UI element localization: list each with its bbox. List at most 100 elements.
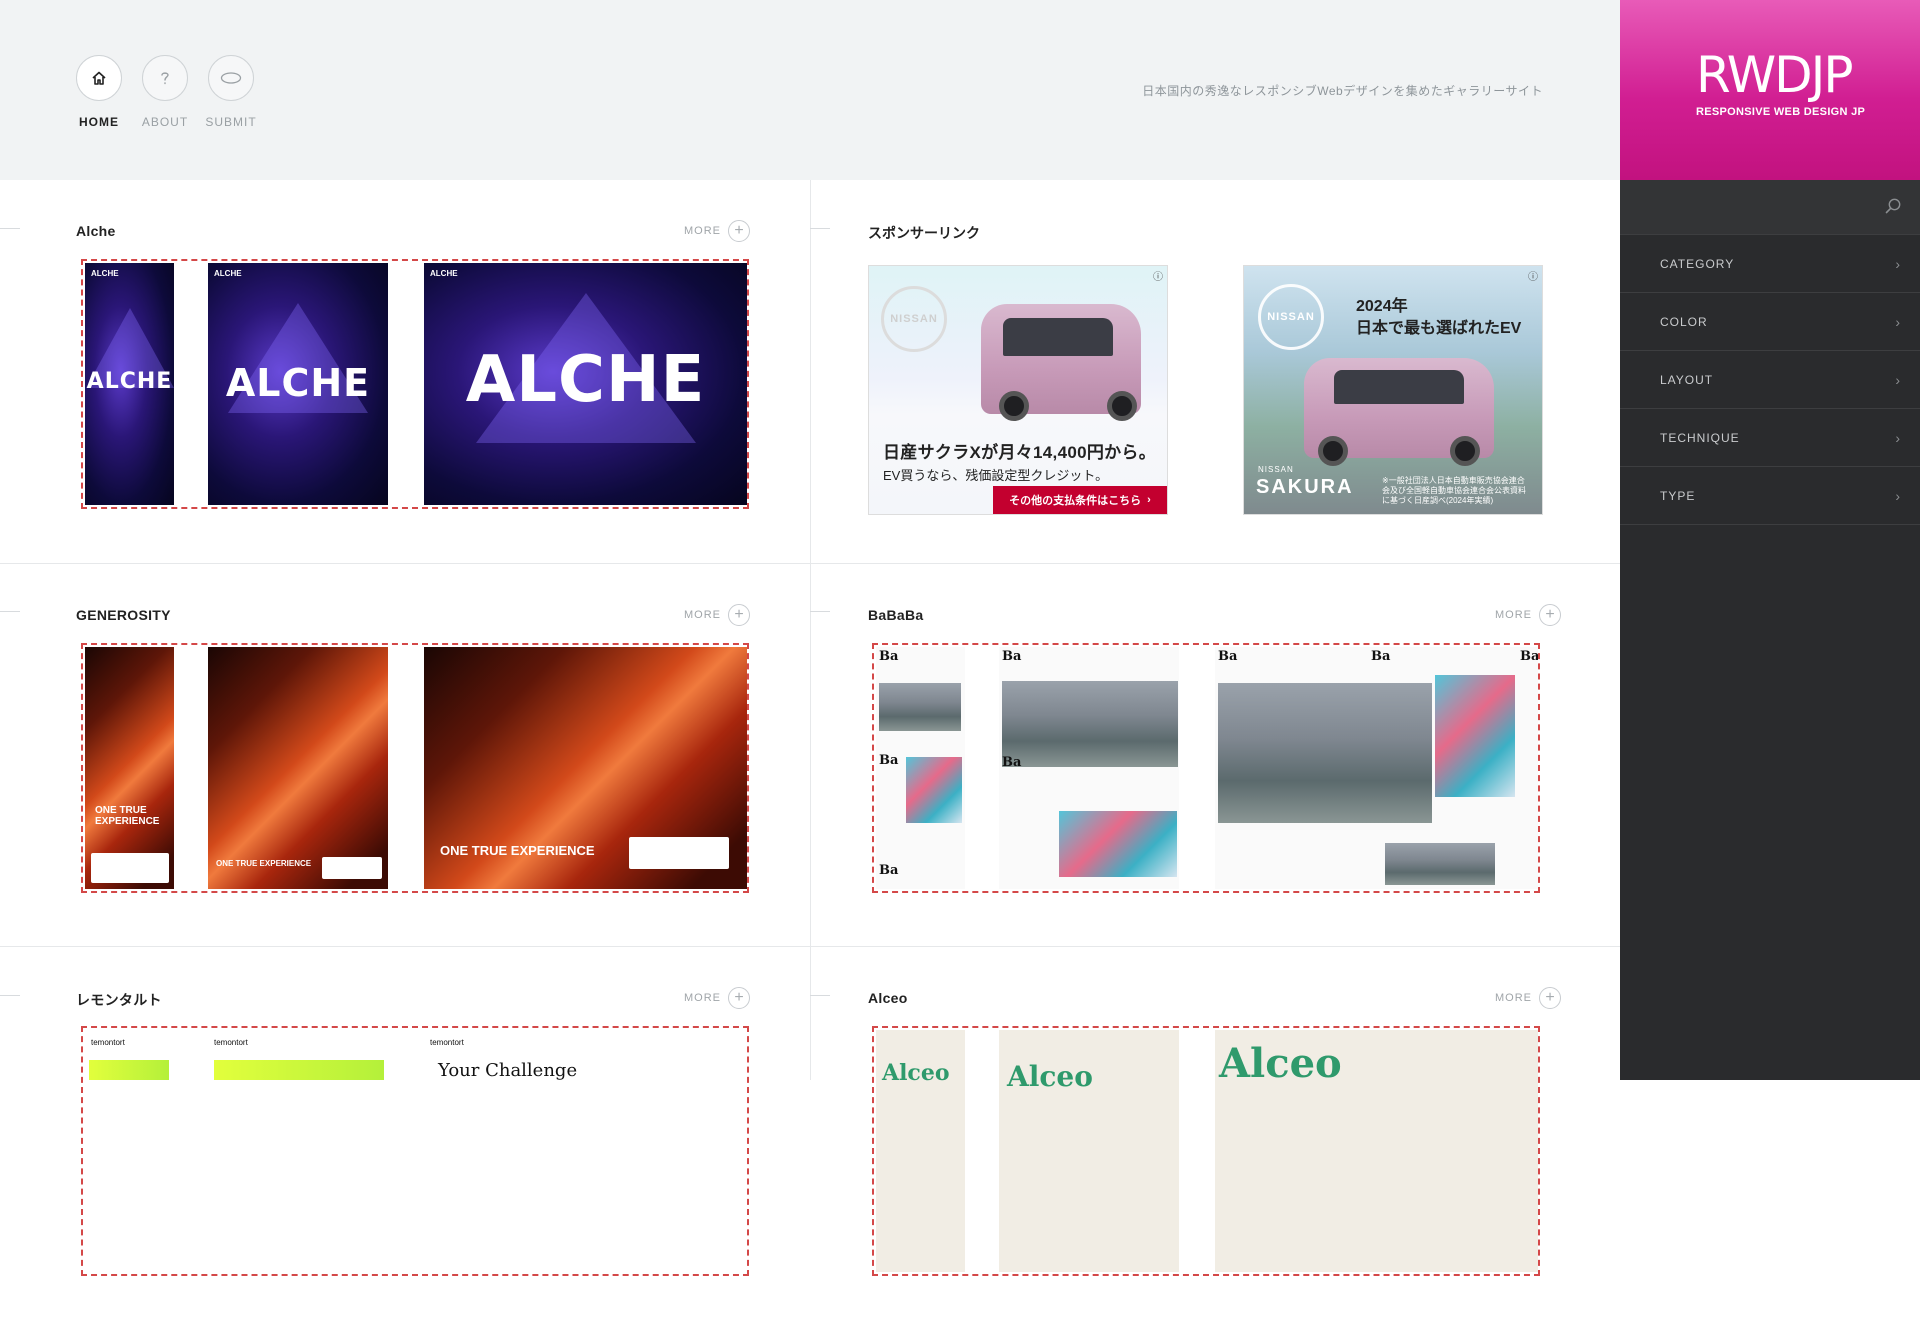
site-screenshot[interactable]: temontort temontort temontort Your Chall… xyxy=(81,1026,749,1276)
card-title[interactable]: BaBaBa xyxy=(868,607,924,623)
more-label: MORE xyxy=(684,225,721,237)
desktop-preview: Alceo xyxy=(1215,1030,1538,1272)
more-button[interactable]: MORE + xyxy=(684,220,750,242)
car-wheel xyxy=(1450,436,1480,466)
preview-card xyxy=(91,853,169,883)
more-button[interactable]: MORE + xyxy=(1495,987,1561,1009)
chevron-right-icon: › xyxy=(1147,494,1151,506)
nissan-logo: NISSAN xyxy=(881,286,947,352)
info-icon[interactable]: ⓘ xyxy=(1153,268,1163,283)
sidebar-item-technique[interactable]: TECHNIQUE › xyxy=(1620,409,1920,467)
preview-logo: Ba xyxy=(879,863,899,878)
more-button[interactable]: MORE + xyxy=(684,987,750,1009)
gallery-card[interactable]: レモンタルト MORE + temontort temontort temont… xyxy=(0,947,810,1330)
sponsor-title: スポンサーリンク xyxy=(868,225,980,241)
preview-poster xyxy=(1059,811,1177,877)
site-logo[interactable]: RWDJP RESPONSIVE WEB DESIGN JP xyxy=(1620,0,1920,180)
nav-home-label: HOME xyxy=(79,115,119,129)
mobile-preview: Alceo xyxy=(876,1030,965,1272)
plus-icon: + xyxy=(728,987,750,1009)
sidebar-item-color[interactable]: COLOR › xyxy=(1620,293,1920,351)
sidebar: RWDJP RESPONSIVE WEB DESIGN JP CATEGORY … xyxy=(1620,0,1920,1080)
more-button[interactable]: MORE + xyxy=(684,604,750,626)
preview-hero-text: ALCHE xyxy=(225,361,371,405)
preview-poster xyxy=(906,757,962,823)
site-screenshot[interactable]: ONE TRUE EXPERIENCE ONE TRUE EXPERIENCE … xyxy=(81,643,749,893)
site-header: HOME ABOUT SUBMIT 日本国内の秀逸なレスポンシブWebデザインを… xyxy=(0,0,1620,180)
ad-year: 2024年 xyxy=(1356,298,1408,315)
tablet-preview: Ba Ba xyxy=(999,647,1179,889)
preview-photo xyxy=(1385,843,1495,885)
sidebar-item-type[interactable]: TYPE › xyxy=(1620,467,1920,525)
car-wheel xyxy=(1318,436,1348,466)
home-icon[interactable] xyxy=(76,55,122,101)
plus-icon: + xyxy=(1539,604,1561,626)
logo-subtitle: RESPONSIVE WEB DESIGN JP xyxy=(1696,106,1866,118)
ad-headline: 日産サクラXが月々14,400円から。 xyxy=(883,443,1157,462)
preview-shape xyxy=(214,1060,384,1080)
mobile-preview: ALCHE ALCHE xyxy=(85,263,174,505)
logo-text: RWDJP xyxy=(1696,46,1854,104)
sidebar-search[interactable] xyxy=(1620,180,1920,235)
site-screenshot[interactable]: ALCHE ALCHE ALCHE ALCHE ALCHE ALCHE xyxy=(81,259,749,509)
card-title[interactable]: レモンタルト xyxy=(76,990,162,1010)
sidebar-item-category[interactable]: CATEGORY › xyxy=(1620,235,1920,293)
question-icon[interactable] xyxy=(142,55,188,101)
more-label: MORE xyxy=(684,609,721,621)
ad-banner[interactable]: ⓘ NISSAN 2024年 日本で最も選ばれたEV NISSAN SAKURA… xyxy=(1243,265,1543,515)
sidebar-item-layout[interactable]: LAYOUT › xyxy=(1620,351,1920,409)
sidebar-item-label: LAYOUT xyxy=(1660,372,1714,387)
mobile-preview: temontort xyxy=(85,1030,174,1272)
preview-hero-text: ONE TRUE EXPERIENCE xyxy=(440,843,595,858)
sidebar-item-label: COLOR xyxy=(1660,314,1708,329)
preview-hero-text: ONE TRUE EXPERIENCE xyxy=(95,805,160,827)
search-icon[interactable] xyxy=(1884,197,1902,220)
preview-logo: ALCHE xyxy=(214,269,242,278)
gallery-card[interactable]: BaBaBa MORE + Ba Ba Ba Ba Ba Ba Ba Ba xyxy=(811,564,1621,947)
preview-card xyxy=(322,857,382,879)
preview-hero-text: Alceo xyxy=(882,1060,950,1086)
ad-cta-label: その他の支払条件はこちら xyxy=(1009,495,1142,507)
card-title[interactable]: Alceo xyxy=(868,990,908,1006)
desktop-preview: ONE TRUE EXPERIENCE xyxy=(424,647,747,889)
nav-about-label: ABOUT xyxy=(141,115,189,129)
preview-logo: Ba xyxy=(879,753,899,768)
preview-logo: Ba xyxy=(1002,649,1022,664)
preview-logo: Ba xyxy=(1002,755,1022,770)
nav-about[interactable]: ABOUT xyxy=(142,55,188,129)
site-screenshot[interactable]: Ba Ba Ba Ba Ba Ba Ba Ba xyxy=(872,643,1540,893)
site-screenshot[interactable]: Alceo Alceo Alceo xyxy=(872,1026,1540,1276)
gallery-card[interactable]: GENEROSITY MORE + ONE TRUE EXPERIENCE ON… xyxy=(0,564,810,947)
car-window xyxy=(1003,318,1113,356)
card-title[interactable]: Alche xyxy=(76,223,116,239)
more-label: MORE xyxy=(684,992,721,1004)
plus-icon: + xyxy=(1539,987,1561,1009)
chevron-right-icon: › xyxy=(1895,487,1900,504)
preview-shape xyxy=(89,1060,169,1080)
preview-hero-text: ALCHE xyxy=(465,343,706,417)
ad-banner[interactable]: ⓘ NISSAN 日産サクラXが月々14,400円から。 EV買うなら、残価設定… xyxy=(868,265,1168,515)
tablet-preview: ONE TRUE EXPERIENCE xyxy=(208,647,388,889)
tablet-preview: temontort xyxy=(208,1030,388,1272)
preview-logo: temontort xyxy=(214,1038,248,1047)
gallery-card[interactable]: Alceo MORE + Alceo Alceo Alceo xyxy=(811,947,1621,1330)
nav-submit[interactable]: SUBMIT xyxy=(205,55,257,129)
preview-card xyxy=(629,837,729,869)
site-tagline: 日本国内の秀逸なレスポンシブWebデザインを集めたギャラリーサイト xyxy=(1142,84,1543,98)
more-label: MORE xyxy=(1495,992,1532,1004)
gallery-card[interactable]: Alche MORE + ALCHE ALCHE ALCHE ALCHE ALC… xyxy=(0,180,810,563)
main-nav: HOME ABOUT SUBMIT xyxy=(76,55,257,129)
car-wheel xyxy=(999,391,1029,421)
car-window xyxy=(1334,370,1464,404)
nav-submit-label: SUBMIT xyxy=(205,115,257,129)
nav-home[interactable]: HOME xyxy=(76,55,122,129)
speech-bubble-icon[interactable] xyxy=(208,55,254,101)
preview-logo: Ba xyxy=(1218,649,1238,664)
card-title[interactable]: GENEROSITY xyxy=(76,607,171,623)
info-icon[interactable]: ⓘ xyxy=(1528,268,1538,283)
more-button[interactable]: MORE + xyxy=(1495,604,1561,626)
ad-footnote: ※一般社団法人日本自動車販売協会連合会及び全国軽自動車協会連合会公表資料に基づく… xyxy=(1382,476,1526,505)
preview-photo xyxy=(879,683,961,731)
ad-cta-button[interactable]: その他の支払条件はこちら › xyxy=(993,486,1167,514)
sidebar-item-label: TYPE xyxy=(1660,488,1696,503)
